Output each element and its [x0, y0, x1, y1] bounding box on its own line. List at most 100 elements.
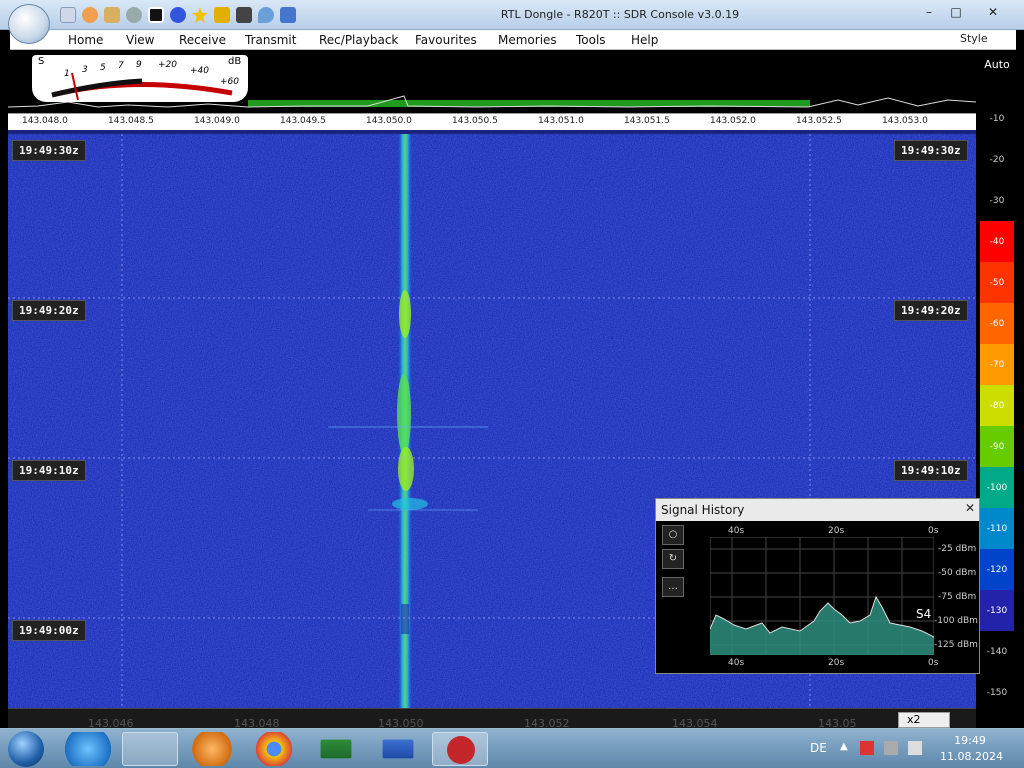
freq-label: 143.049.5: [280, 116, 326, 126]
menu-tools[interactable]: Tools: [576, 33, 606, 47]
db-scale-tick: -110: [980, 508, 1014, 549]
stop-icon[interactable]: [148, 7, 164, 23]
lock-icon[interactable]: [214, 7, 230, 23]
title-bar: RTL Dongle - R820T :: SDR Console v3.0.1…: [0, 0, 1024, 44]
history-db-label: -100 dBm: [934, 616, 978, 626]
language-indicator[interactable]: DE: [810, 741, 827, 755]
meter-label-60: +60: [220, 77, 239, 87]
db-scale-tick: -80: [980, 385, 1014, 426]
db-scale-tick: -50: [980, 262, 1014, 303]
add-icon[interactable]: [170, 7, 186, 23]
home-icon[interactable]: [60, 7, 76, 23]
menu-transmit[interactable]: Transmit: [245, 33, 296, 47]
maximize-icon[interactable]: □: [944, 3, 968, 21]
time-label: 19:49:00z: [12, 620, 86, 641]
time-label: 19:49:10z: [894, 460, 968, 481]
freq-label: 143.052.0: [710, 116, 756, 126]
meter-label-20: +20: [158, 60, 177, 70]
auto-scale-button[interactable]: Auto: [978, 58, 1016, 71]
history-time-top: 40s: [728, 526, 745, 536]
freq-label: 143.049.0: [194, 116, 240, 126]
clock-date[interactable]: 11.08.2024: [940, 750, 1003, 763]
db-scale-tick: -10: [989, 114, 1005, 124]
menu-view[interactable]: View: [126, 33, 154, 47]
signal-history-window: Signal History ✕ ○ ↻ … 40s 20s 0s 40s 20…: [655, 498, 980, 674]
menu-home[interactable]: Home: [68, 33, 103, 47]
db-scale-tick: -30: [989, 196, 1005, 206]
history-time-top: 20s: [828, 526, 845, 536]
meter-label-5: 5: [100, 63, 106, 73]
zoom-selector[interactable]: x2: [898, 712, 950, 728]
record-icon[interactable]: ○: [662, 525, 684, 545]
bottom-frequency-bar[interactable]: 143.046 143.048 143.050 143.052 143.054 …: [8, 708, 976, 730]
excel-icon[interactable]: [320, 739, 352, 759]
freq-label: 143.050.5: [452, 116, 498, 126]
ie-icon[interactable]: [60, 732, 116, 766]
close-icon[interactable]: ✕: [965, 501, 975, 515]
menu-recplayback[interactable]: Rec/Playback: [319, 33, 398, 47]
db-scale-tick: -40: [980, 221, 1014, 262]
media-player-icon[interactable]: [184, 732, 240, 766]
style-dropdown[interactable]: Style: [960, 32, 988, 45]
freq-label: 143.048.0: [22, 116, 68, 126]
menu-receive[interactable]: Receive: [179, 33, 226, 47]
refresh-icon[interactable]: ↻: [662, 549, 684, 569]
db-color-scale[interactable]: Auto -10 -20 -30 -40 -50 -60 -70 -80 -90 -100 -110…: [978, 52, 1024, 708]
time-label: 19:49:30z: [12, 140, 86, 161]
frequency-axis: 143.048.0 143.048.5 143.049.0 143.049.5 …: [8, 113, 976, 130]
network-tray-icon[interactable]: [860, 741, 874, 755]
db-scale-tick: -70: [980, 344, 1014, 385]
db-scale-tick: -90: [980, 426, 1014, 467]
menu-bar: Home View Receive Transmit Rec/Playback …: [10, 30, 1016, 50]
minimize-icon[interactable]: –: [917, 3, 941, 21]
meter-label-1: 1: [64, 69, 70, 79]
db-scale-tick: -150: [986, 688, 1008, 698]
freq-label: 143.050.0: [366, 116, 412, 126]
freq-label: 143.051.0: [538, 116, 584, 126]
history-time-top: 0s: [928, 526, 939, 536]
history-time-bottom: 20s: [828, 658, 845, 668]
clock-time[interactable]: 19:49: [940, 734, 1000, 747]
history-time-bottom: 0s: [928, 658, 939, 668]
db-scale-tick: -60: [980, 303, 1014, 344]
menu-memories[interactable]: Memories: [498, 33, 557, 47]
db-scale-tick: -120: [980, 549, 1014, 590]
menu-favourites[interactable]: Favourites: [415, 33, 477, 47]
db-scale-tick: -130: [980, 590, 1014, 631]
app-window: RTL Dongle - R820T :: SDR Console v3.0.1…: [0, 0, 1024, 768]
meter-s-label: S: [38, 56, 45, 67]
drop-icon[interactable]: [258, 7, 274, 23]
volume-tray-icon[interactable]: [884, 741, 898, 755]
history-db-label: -75 dBm: [938, 592, 977, 602]
app-menu-orb-icon[interactable]: [8, 4, 50, 44]
camera-icon[interactable]: [236, 7, 252, 23]
word-icon[interactable]: [382, 739, 414, 759]
lifebuoy-icon[interactable]: [82, 7, 98, 23]
history-db-label: -50 dBm: [938, 568, 977, 578]
folder-icon[interactable]: [104, 7, 120, 23]
tray-expand-icon[interactable]: ▲: [840, 741, 848, 752]
time-label: 19:49:10z: [12, 460, 86, 481]
explorer-icon[interactable]: [122, 732, 178, 766]
db-scale-tick: -20: [989, 155, 1005, 165]
chrome-icon[interactable]: [246, 732, 302, 766]
play-icon[interactable]: [126, 7, 142, 23]
taskbar: DE ▲ 19:49 11.08.2024: [0, 728, 1024, 768]
signal-history-chart: [710, 537, 934, 655]
time-label: 19:49:30z: [894, 140, 968, 161]
close-icon[interactable]: ✕: [980, 3, 1006, 21]
time-label: 19:49:20z: [894, 300, 968, 321]
undo-icon[interactable]: [280, 7, 296, 23]
history-db-label: -125 dBm: [934, 640, 978, 650]
start-button-icon[interactable]: [8, 731, 44, 767]
more-icon[interactable]: …: [662, 577, 684, 597]
s-meter: S dB 1 3 5 7 9 +20 +40 +60: [32, 55, 248, 102]
freq-label: 143.051.5: [624, 116, 670, 126]
menu-help[interactable]: Help: [631, 33, 658, 47]
sdr-console-icon[interactable]: [432, 732, 488, 766]
window-title: RTL Dongle - R820T :: SDR Console v3.0.1…: [500, 8, 740, 21]
time-label: 19:49:20z: [12, 300, 86, 321]
star-icon[interactable]: [192, 7, 208, 23]
action-center-icon[interactable]: [908, 741, 922, 755]
meter-label-3: 3: [82, 65, 88, 75]
